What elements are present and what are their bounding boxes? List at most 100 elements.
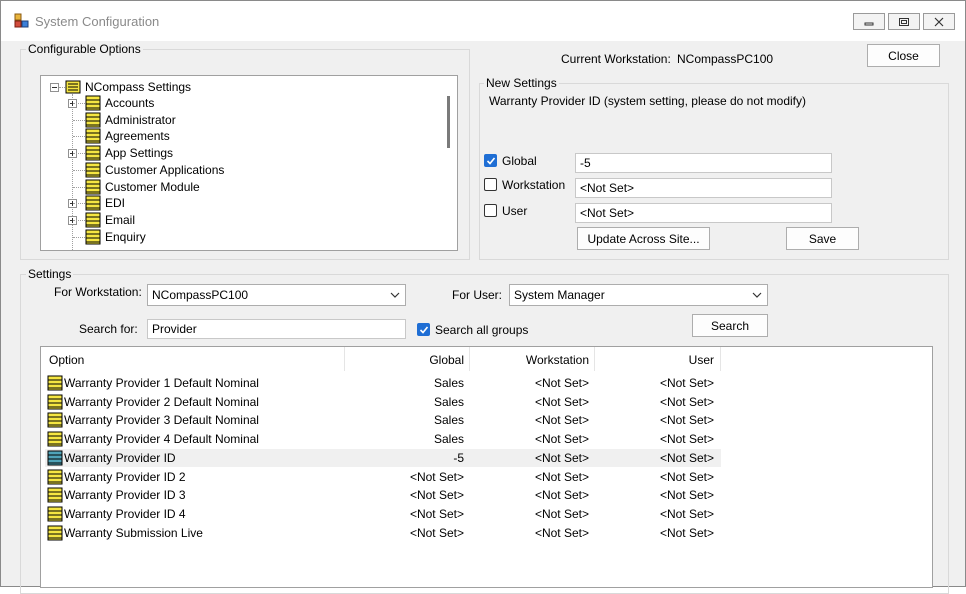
tree-node-label: App Settings bbox=[105, 146, 174, 161]
tree-node-label: Agreements bbox=[105, 129, 170, 144]
column-header-global[interactable]: Global bbox=[344, 353, 464, 367]
table-row[interactable]: Warranty Provider 3 Default Nominal Sales… bbox=[45, 411, 721, 429]
cell-option: Warranty Provider 4 Default Nominal bbox=[64, 432, 259, 447]
user-checkbox[interactable] bbox=[484, 204, 497, 217]
table-row[interactable]: Warranty Provider 2 Default Nominal Sales… bbox=[45, 393, 721, 411]
cell-workstation: <Not Set> bbox=[534, 525, 589, 540]
table-row[interactable]: Warranty Provider ID 2 <Not Set> <Not Set>… bbox=[45, 468, 721, 486]
tree-node[interactable]: Accounts bbox=[85, 95, 154, 111]
cell-workstation: <Not Set> bbox=[534, 413, 589, 428]
chevron-down-icon bbox=[752, 292, 762, 298]
tree-connector bbox=[73, 169, 85, 171]
tree-node[interactable]: Administrator bbox=[85, 112, 176, 128]
tree-node[interactable]: Customer Module bbox=[85, 179, 200, 195]
minimize-button[interactable] bbox=[853, 13, 885, 30]
cell-global: -5 bbox=[453, 450, 464, 465]
table-row[interactable]: Warranty Provider ID -5 <Not Set> <Not Set> bbox=[45, 448, 721, 467]
book-icon bbox=[85, 212, 101, 228]
settings-label: Settings bbox=[26, 267, 74, 281]
save-button[interactable]: Save bbox=[786, 227, 859, 250]
book-icon bbox=[47, 525, 63, 541]
workstation-checkbox[interactable] bbox=[484, 178, 497, 191]
for-workstation-label: For Workstation: bbox=[54, 285, 142, 299]
cell-user: <Not Set> bbox=[659, 376, 714, 390]
close-window-button[interactable] bbox=[923, 13, 955, 30]
table-row[interactable]: Warranty Provider 4 Default Nominal Sales… bbox=[45, 430, 721, 448]
table-row[interactable]: Warranty Provider 1 Default Nominal Sales… bbox=[45, 374, 721, 392]
cell-workstation: <Not Set> bbox=[534, 506, 589, 521]
search-all-groups-checkbox[interactable] bbox=[417, 323, 430, 336]
book-icon bbox=[85, 179, 101, 194]
cell-option: Warranty Provider ID 2 bbox=[64, 469, 186, 484]
close-button[interactable]: Close bbox=[867, 44, 940, 67]
column-header-user[interactable]: User bbox=[594, 353, 714, 367]
search-button[interactable]: Search bbox=[692, 314, 768, 337]
column-header-option[interactable]: Option bbox=[49, 353, 84, 367]
tree-node[interactable]: EDI bbox=[85, 195, 125, 211]
cell-option: Warranty Provider ID 4 bbox=[64, 506, 186, 521]
checkmark-icon bbox=[486, 157, 496, 165]
tree-connector bbox=[73, 103, 85, 104]
chevron-down-icon bbox=[390, 292, 400, 298]
cell-user: <Not Set> bbox=[659, 450, 714, 465]
search-for-label: Search for: bbox=[79, 322, 138, 336]
tree-node[interactable]: Email bbox=[85, 212, 135, 228]
cell-option: Warranty Provider 1 Default Nominal bbox=[64, 376, 259, 390]
book-icon bbox=[85, 95, 101, 111]
table-row[interactable]: Warranty Submission Live <Not Set> <Not Se… bbox=[45, 524, 721, 542]
cell-workstation: <Not Set> bbox=[534, 376, 589, 390]
app-icon bbox=[14, 13, 29, 28]
book-icon bbox=[85, 145, 101, 161]
cell-user: <Not Set> bbox=[659, 413, 714, 428]
title-bar: System Configuration bbox=[1, 1, 965, 41]
book-icon bbox=[85, 112, 101, 128]
maximize-button[interactable] bbox=[888, 13, 920, 30]
cell-workstation: <Not Set> bbox=[534, 488, 589, 503]
table-row[interactable]: Warranty Provider ID 3 <Not Set> <Not Set>… bbox=[45, 486, 721, 504]
new-settings-label: New Settings bbox=[484, 76, 559, 90]
tree-scrollbar-thumb[interactable] bbox=[447, 96, 450, 148]
tree-node-label: Accounts bbox=[105, 96, 155, 110]
workstation-value-field[interactable]: <Not Set> bbox=[575, 178, 832, 198]
tree-root-node[interactable]: NCompass Settings bbox=[65, 79, 191, 95]
tree-node[interactable]: Customer Applications bbox=[85, 162, 224, 178]
root-collapse-toggle[interactable] bbox=[50, 83, 59, 92]
update-across-site-button[interactable]: Update Across Site... bbox=[577, 227, 710, 250]
cell-user: <Not Set> bbox=[659, 488, 714, 503]
tree-connector bbox=[73, 186, 85, 188]
book-icon bbox=[65, 80, 81, 94]
cell-user: <Not Set> bbox=[659, 506, 714, 521]
for-user-value: System Manager bbox=[514, 288, 605, 302]
tree-node[interactable]: Enquiry bbox=[85, 229, 146, 245]
cell-global: <Not Set> bbox=[409, 488, 464, 503]
configurable-options-label: Configurable Options bbox=[26, 42, 143, 56]
book-icon bbox=[47, 375, 63, 391]
book-icon bbox=[47, 394, 63, 410]
search-all-groups-label: Search all groups bbox=[435, 323, 529, 337]
options-tree[interactable]: NCompass Settings Accounts Administrator A… bbox=[40, 75, 458, 251]
book-icon bbox=[47, 450, 63, 466]
window-title: System Configuration bbox=[35, 14, 160, 29]
column-header-workstation[interactable]: Workstation bbox=[469, 353, 589, 367]
table-row[interactable]: Warranty Provider ID 4 <Not Set> <Not Set>… bbox=[45, 505, 721, 523]
global-checkbox[interactable] bbox=[484, 154, 497, 167]
tree-root-label: NCompass Settings bbox=[85, 80, 192, 94]
global-value-field[interactable]: -5 bbox=[575, 153, 832, 173]
cell-global: Sales bbox=[433, 432, 464, 447]
search-input[interactable]: Provider bbox=[147, 319, 406, 339]
settings-list[interactable]: Option Global Workstation User Warranty … bbox=[40, 346, 933, 588]
tree-node[interactable]: App Settings bbox=[85, 145, 173, 161]
book-icon bbox=[47, 469, 63, 484]
cell-workstation: <Not Set> bbox=[534, 432, 589, 447]
current-workstation-label: Current Workstation: bbox=[561, 52, 671, 66]
tree-node[interactable]: Agreements bbox=[85, 128, 170, 144]
tree-node-label: EDI bbox=[105, 196, 126, 211]
tree-node-label: Customer Module bbox=[105, 179, 200, 194]
column-divider[interactable] bbox=[720, 347, 721, 371]
for-user-select[interactable]: System Manager bbox=[509, 284, 768, 306]
workstation-label: Workstation bbox=[502, 178, 566, 192]
cell-workstation: <Not Set> bbox=[534, 394, 589, 409]
user-value-field[interactable]: <Not Set> bbox=[575, 203, 832, 223]
for-workstation-select[interactable]: NCompassPC100 bbox=[147, 284, 406, 306]
cell-global: <Not Set> bbox=[409, 469, 464, 484]
